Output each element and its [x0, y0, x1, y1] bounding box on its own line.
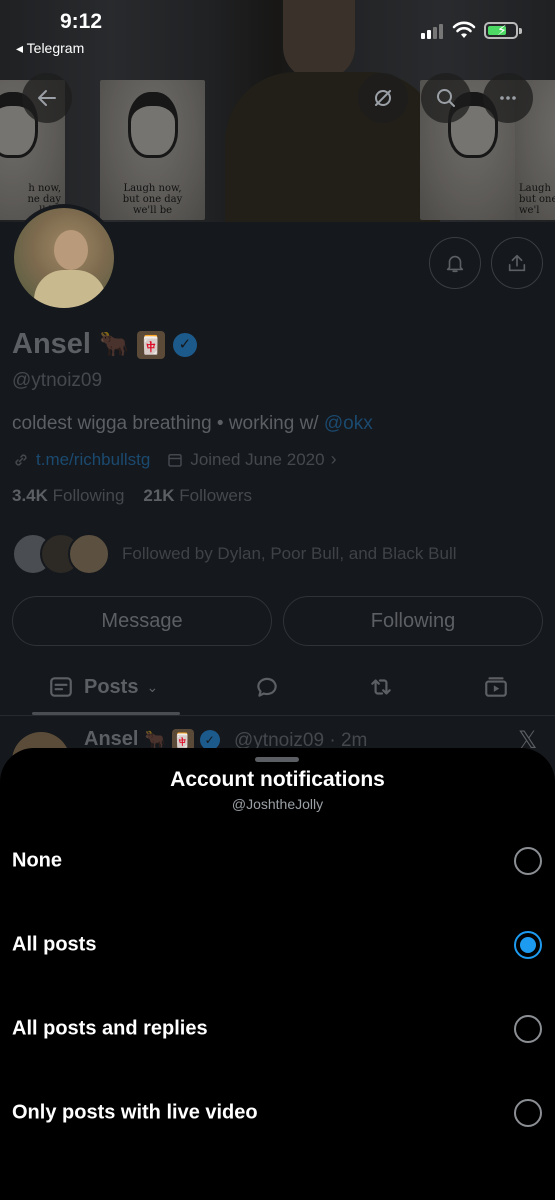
- sheet-subtitle: @JoshtheJolly: [231, 796, 324, 812]
- arrow-left-icon: [38, 90, 56, 106]
- tab-replies[interactable]: [254, 664, 280, 710]
- sheet-title: Account notifications: [170, 768, 385, 791]
- profile-bio: coldest wigga breathing • working w/ @ok…: [12, 413, 373, 435]
- status-time: 9:12: [60, 10, 103, 33]
- following-count-link[interactable]: 3.4K Following: [12, 486, 124, 505]
- bio-text: coldest wigga breathing • working w/: [12, 413, 319, 434]
- profile-tabs: Posts ⌄: [0, 664, 555, 715]
- account-notifications-sheet: Account notifications @JoshtheJolly None…: [0, 748, 555, 1200]
- battery-charging-icon: ⚡: [484, 22, 522, 39]
- search-button[interactable]: [421, 73, 471, 123]
- following-button[interactable]: Following: [283, 596, 543, 646]
- option-label: All posts: [12, 933, 97, 956]
- verified-badge-icon: ✓: [199, 729, 220, 750]
- grok-button[interactable]: [358, 73, 408, 123]
- profile-name-text: Ansel: [12, 328, 91, 360]
- bell-icon: [446, 255, 464, 273]
- profile-name: Ansel 🐂 🀄 ✓: [12, 328, 197, 361]
- cellular-signal-icon: [421, 24, 443, 39]
- repost-icon: [371, 679, 391, 695]
- option-all-posts-and-replies[interactable]: All posts and replies: [0, 987, 555, 1071]
- profile-meta: t.me/richbullstg Joined June 2020 ›: [12, 449, 337, 470]
- radio-button[interactable]: [514, 1015, 542, 1043]
- sheet-grabber-handle[interactable]: [255, 757, 299, 762]
- follower-avatar: [68, 533, 110, 575]
- more-options-button[interactable]: [483, 73, 533, 123]
- option-label: All posts and replies: [12, 1017, 208, 1040]
- ox-emoji: 🐂: [144, 729, 166, 749]
- grok-icon: [375, 90, 391, 106]
- radio-button[interactable]: [514, 847, 542, 875]
- wifi-icon: [452, 21, 476, 38]
- radio-button[interactable]: [514, 1099, 542, 1127]
- profile-joined-date: Joined June 2020: [190, 449, 325, 469]
- back-to-app-link[interactable]: ◂ Telegram: [16, 40, 84, 57]
- tab-media[interactable]: [483, 664, 509, 710]
- followed-by-text: Followed by Dylan, Poor Bull, and Black …: [122, 544, 457, 563]
- video-icon: [485, 677, 507, 697]
- tab-posts[interactable]: Posts ⌄: [48, 664, 158, 710]
- message-button[interactable]: Message: [12, 596, 272, 646]
- option-live-video-only[interactable]: Only posts with live video: [0, 1071, 555, 1155]
- back-button[interactable]: [22, 73, 72, 123]
- option-all-posts[interactable]: All posts: [0, 903, 555, 987]
- profile-handle: @ytnoiz09: [12, 370, 103, 391]
- profile-website-link[interactable]: t.me/richbullstg: [36, 450, 150, 470]
- posts-icon: [50, 677, 72, 697]
- link-icon: [15, 453, 27, 466]
- calendar-icon: [168, 453, 183, 467]
- ox-emoji: 🐂: [98, 331, 129, 358]
- followers-count-link[interactable]: 21K Followers: [143, 486, 252, 505]
- bio-mention-link[interactable]: @okx: [324, 413, 373, 434]
- mahjong-emoji: 🀄: [136, 330, 165, 359]
- chevron-right-icon[interactable]: ›: [331, 449, 337, 470]
- reply-icon: [257, 677, 277, 697]
- status-bar: 9:12 ◂ Telegram ⚡: [0, 0, 555, 64]
- option-label: None: [12, 849, 62, 872]
- share-button[interactable]: [491, 237, 543, 289]
- option-none[interactable]: None: [0, 819, 555, 903]
- notifications-bell-button[interactable]: [429, 237, 481, 289]
- followed-by-row[interactable]: Followed by Dylan, Poor Bull, and Black …: [12, 532, 457, 576]
- option-label: Only posts with live video: [12, 1101, 258, 1124]
- profile-stats: 3.4K Following 21K Followers: [12, 486, 252, 506]
- chevron-down-icon: ⌄: [146, 678, 159, 695]
- profile-avatar[interactable]: [10, 204, 118, 312]
- divider: [0, 715, 555, 716]
- tab-reposts[interactable]: [368, 664, 394, 710]
- search-icon: [437, 89, 455, 107]
- more-icon: [500, 96, 516, 100]
- verified-badge-icon: ✓: [172, 332, 197, 357]
- radio-button-selected[interactable]: [514, 931, 542, 959]
- share-icon: [508, 254, 526, 272]
- tab-posts-label: Posts: [84, 675, 139, 698]
